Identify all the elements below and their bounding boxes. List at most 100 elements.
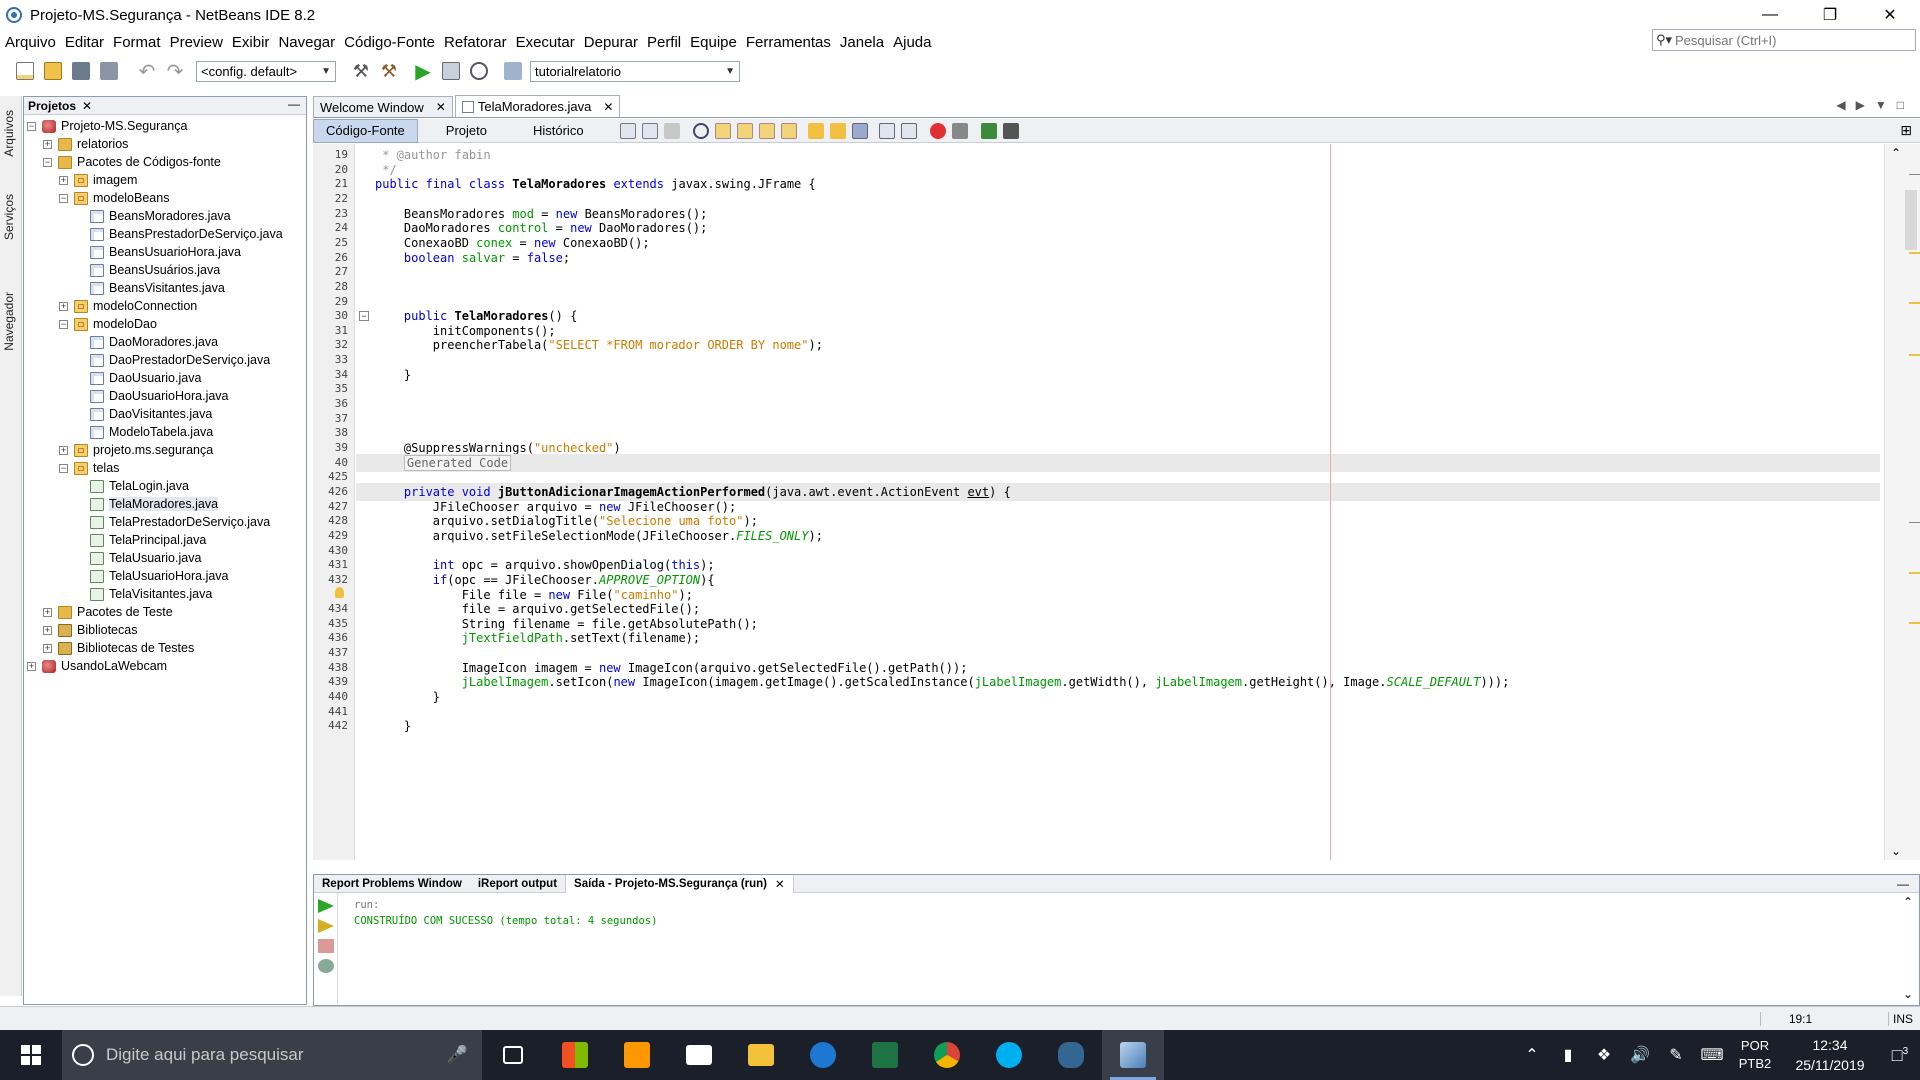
last-edit-icon[interactable] bbox=[619, 122, 636, 139]
undo-button[interactable]: ↶ bbox=[134, 59, 160, 83]
tree-item[interactable]: + modeloConnection bbox=[24, 297, 306, 315]
rect-select-icon[interactable] bbox=[780, 122, 797, 139]
toggle-bookmark-icon[interactable] bbox=[851, 122, 868, 139]
run-button[interactable]: ▶ bbox=[410, 59, 436, 83]
tree-item[interactable]: DaoUsuarioHora.java bbox=[24, 387, 306, 405]
restore-button[interactable]: ❐ bbox=[1800, 0, 1860, 30]
collapse-fold-icon[interactable]: − bbox=[359, 311, 369, 322]
tab-servicos[interactable]: Serviços bbox=[2, 194, 16, 240]
tab-ireport-output[interactable]: iReport output bbox=[470, 875, 565, 893]
taskbar-netbeans[interactable] bbox=[1102, 1030, 1164, 1080]
close-icon[interactable]: ✕ bbox=[603, 100, 613, 114]
tree-item[interactable]: BeansMoradores.java bbox=[24, 207, 306, 225]
battery-icon[interactable]: ▮ bbox=[1550, 1045, 1586, 1065]
build-button[interactable]: ⚒ bbox=[348, 59, 374, 83]
comment-icon[interactable] bbox=[980, 122, 997, 139]
expand-icon[interactable]: + bbox=[43, 643, 52, 653]
taskbar-store[interactable] bbox=[544, 1030, 606, 1080]
menu-perfil[interactable]: Perfil bbox=[643, 34, 685, 51]
menu-janela[interactable]: Janela bbox=[836, 34, 888, 51]
tree-item[interactable]: − telas bbox=[24, 459, 306, 477]
clock[interactable]: 12:34 25/11/2019 bbox=[1780, 1035, 1880, 1075]
minimize-button[interactable]: — bbox=[1740, 0, 1800, 30]
menu-format[interactable]: Format bbox=[109, 34, 165, 51]
shift-left-icon[interactable] bbox=[878, 122, 895, 139]
warning-bulb-icon[interactable] bbox=[335, 586, 344, 598]
collapse-icon[interactable]: − bbox=[59, 463, 68, 473]
expand-icon[interactable]: + bbox=[43, 625, 52, 635]
menu-ajuda[interactable]: Ajuda bbox=[889, 34, 935, 51]
chevron-up-icon[interactable]: ⌃ bbox=[1514, 1045, 1550, 1065]
split-editor-icon[interactable]: ⊞ bbox=[1900, 122, 1912, 139]
taskbar-excel[interactable] bbox=[854, 1030, 916, 1080]
minimize-panel-icon[interactable]: — bbox=[288, 97, 300, 111]
tree-item[interactable]: BeansVisitantes.java bbox=[24, 279, 306, 297]
close-icon[interactable]: ✕ bbox=[775, 877, 785, 891]
tab-arquivos[interactable]: Arquivos bbox=[2, 110, 16, 157]
prev-bookmark-icon[interactable] bbox=[807, 122, 824, 139]
microphone-icon[interactable]: 🎤 bbox=[447, 1045, 468, 1065]
scrollbar-thumb[interactable] bbox=[1905, 190, 1917, 250]
scroll-up-icon[interactable]: ⌃ bbox=[1903, 895, 1913, 909]
wifi-icon[interactable]: ❖ bbox=[1586, 1045, 1622, 1065]
expand-icon[interactable]: + bbox=[59, 301, 68, 311]
notification-center[interactable]: □3 bbox=[1880, 1045, 1920, 1066]
scroll-up-icon[interactable]: ⌃ bbox=[1891, 146, 1901, 160]
expand-icon[interactable]: + bbox=[59, 445, 68, 455]
stop-icon[interactable] bbox=[318, 939, 334, 953]
taskbar-postgres[interactable] bbox=[1040, 1030, 1102, 1080]
forward-icon[interactable] bbox=[663, 122, 680, 139]
tree-item[interactable]: ModeloTabela.java bbox=[24, 423, 306, 441]
expand-icon[interactable]: + bbox=[59, 175, 68, 185]
expand-icon[interactable]: + bbox=[43, 607, 52, 617]
new-project-button[interactable] bbox=[40, 59, 66, 83]
scroll-down-icon[interactable]: ⌄ bbox=[1903, 987, 1913, 1001]
rerun-icon[interactable] bbox=[318, 899, 334, 913]
taskbar-camera[interactable] bbox=[668, 1030, 730, 1080]
tree-item[interactable]: + Bibliotecas bbox=[24, 621, 306, 639]
menu-arquivo[interactable]: Arquivo bbox=[1, 34, 60, 51]
menu-refatorar[interactable]: Refatorar bbox=[440, 34, 511, 51]
find-next-icon[interactable] bbox=[736, 122, 753, 139]
close-icon[interactable]: ✕ bbox=[82, 99, 92, 113]
find-icon[interactable] bbox=[692, 122, 709, 139]
scroll-down-icon[interactable]: ⌄ bbox=[1891, 844, 1901, 858]
tree-item[interactable]: − Pacotes de Códigos-fonte bbox=[24, 153, 306, 171]
record-macro-icon[interactable] bbox=[929, 122, 946, 139]
tree-item[interactable]: + imagem bbox=[24, 171, 306, 189]
tab-report-problems[interactable]: Report Problems Window bbox=[314, 875, 470, 893]
tree-item[interactable]: + projeto.ms.segurança bbox=[24, 441, 306, 459]
volume-icon[interactable]: 🔊 bbox=[1622, 1045, 1658, 1065]
taskbar-edge[interactable] bbox=[792, 1030, 854, 1080]
tree-item[interactable]: − modeloDao bbox=[24, 315, 306, 333]
taskbar-chrome[interactable] bbox=[916, 1030, 978, 1080]
new-file-button[interactable] bbox=[12, 59, 38, 83]
tree-item[interactable]: TelaPrestadorDeServiço.java bbox=[24, 513, 306, 531]
task-view-button[interactable] bbox=[482, 1030, 544, 1080]
tree-item[interactable]: − modeloBeans bbox=[24, 189, 306, 207]
find-previous-icon[interactable] bbox=[714, 122, 731, 139]
menu-preview[interactable]: Preview bbox=[166, 34, 227, 51]
collapse-icon[interactable]: − bbox=[43, 157, 52, 167]
stop-macro-icon[interactable] bbox=[951, 122, 968, 139]
tab-codigo-fonte[interactable]: Código-Fonte bbox=[313, 118, 418, 143]
minimize-panel-icon[interactable]: — bbox=[1897, 877, 1909, 891]
debug-button[interactable] bbox=[438, 59, 464, 83]
tree-item[interactable]: TelaLogin.java bbox=[24, 477, 306, 495]
settings-icon[interactable] bbox=[318, 959, 334, 973]
expand-icon[interactable]: + bbox=[43, 139, 52, 149]
collapse-icon[interactable]: − bbox=[59, 319, 68, 329]
search-box[interactable]: ⚲▾ bbox=[1652, 29, 1916, 51]
project-select[interactable]: tutorialrelatorio ▼ bbox=[530, 60, 740, 82]
tab-saida-run[interactable]: Saída - Projeto-MS.Segurança (run) ✕ bbox=[565, 874, 794, 893]
menu-exibir[interactable]: Exibir bbox=[228, 34, 274, 51]
search-input[interactable] bbox=[1675, 32, 1905, 48]
tab-historico[interactable]: Histórico bbox=[515, 119, 602, 143]
profile-button[interactable] bbox=[466, 59, 492, 83]
tree-item[interactable]: TelaVisitantes.java bbox=[24, 585, 306, 603]
tree-item[interactable]: + relatorios bbox=[24, 135, 306, 153]
keyboard-icon[interactable]: ⌨ bbox=[1694, 1045, 1730, 1065]
expand-icon[interactable]: + bbox=[27, 661, 36, 671]
tree-item[interactable]: BeansUsuarioHora.java bbox=[24, 243, 306, 261]
tree-item[interactable]: TelaPrincipal.java bbox=[24, 531, 306, 549]
